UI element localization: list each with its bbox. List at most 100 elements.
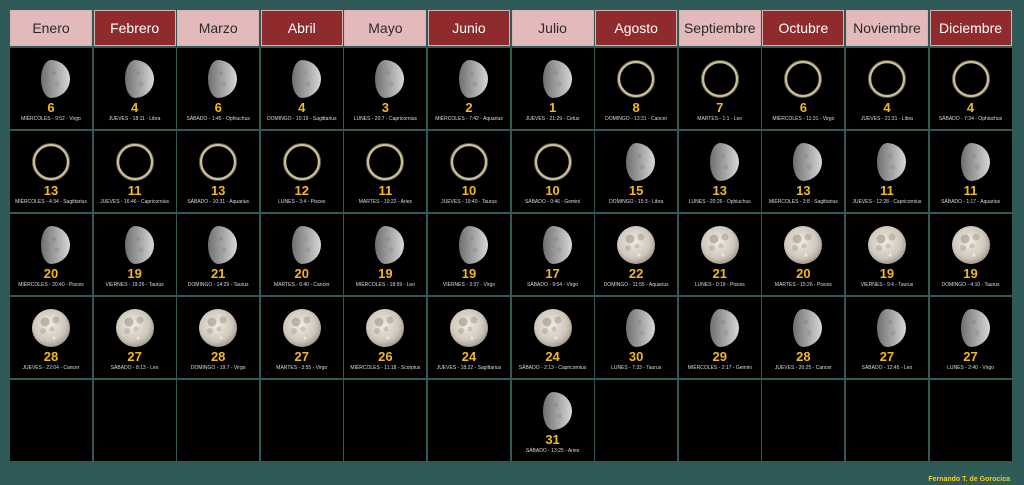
calendar-cell bbox=[595, 380, 678, 461]
month-header-septiembre: Septiembre bbox=[678, 10, 761, 46]
full-moon-icon bbox=[197, 307, 239, 349]
moon-phase-detail: MIÉRCOLES - 3:8 - Sagittarius bbox=[768, 199, 838, 205]
moon-phase-detail: MIÉRCOLES - 4:34 - Sagittarius bbox=[15, 199, 87, 205]
moon-phase-day: 4 bbox=[298, 100, 306, 115]
quarter-moon-icon bbox=[699, 141, 741, 183]
moon-phase-detail: SÁBADO - 0:46 - Gemini bbox=[524, 199, 581, 205]
moon-phase-detail: DOMINGO - 13:31 - Cancer bbox=[605, 116, 668, 122]
calendar-cell bbox=[260, 380, 343, 461]
moon-phase-detail: JUEVES - 18:22 - Sagittarius bbox=[436, 365, 502, 371]
moon-phase-day: 21 bbox=[210, 266, 226, 281]
moon-phase-day: 20 bbox=[43, 266, 59, 281]
moon-phase-day: 1 bbox=[548, 100, 557, 115]
moon-phase-day: 11 bbox=[127, 183, 142, 198]
moon-phase-day: 13 bbox=[796, 183, 811, 198]
month-header-mayo: Mayo bbox=[344, 10, 427, 46]
calendar-cell: 10 SÁBADO - 0:46 - Gemini bbox=[511, 131, 594, 212]
quarter-moon-icon bbox=[782, 307, 824, 349]
moon-phase-day: 10 bbox=[545, 183, 560, 198]
quarter-moon-icon bbox=[364, 58, 406, 100]
moon-phase-detail: SÁBADO - 1:17 - Aquarius bbox=[941, 199, 1000, 205]
moon-phase-detail: SÁBADO - 7:34 - Ophiuchus bbox=[938, 116, 1003, 122]
full-moon-icon bbox=[615, 224, 657, 266]
moon-phase-day: 20 bbox=[796, 266, 811, 281]
quarter-moon-icon bbox=[950, 141, 992, 183]
calendar-cell: 20 MARTES - 15:26 - Pisces bbox=[762, 214, 845, 295]
moon-phase-day: 19 bbox=[127, 266, 142, 281]
moon-phase-detail: DOMINGO - 10:19 - Sagittarius bbox=[267, 116, 337, 122]
moon-phase-detail: SÁBADO - 1:45 - Ophiuchus bbox=[186, 116, 250, 122]
calendar-cell: 4 DOMINGO - 10:19 - Sagittarius bbox=[260, 48, 343, 129]
month-header-febrero: Febrero bbox=[93, 10, 176, 46]
calendar-cell: 31 SÁBADO - 13:25 - Aries bbox=[511, 380, 594, 461]
new-moon-icon bbox=[197, 141, 239, 183]
calendar-cell: 13 MIÉRCOLES - 4:34 - Sagittarius bbox=[10, 131, 92, 212]
moon-phase-detail: DOMINGO - 14:29 - Taurus bbox=[187, 282, 249, 288]
moon-phase-day: 4 bbox=[966, 100, 975, 115]
moon-phase-day: 21 bbox=[712, 266, 727, 281]
quarter-moon-icon bbox=[699, 307, 741, 349]
moon-phase-day: 6 bbox=[214, 100, 222, 115]
calendar-cell bbox=[177, 380, 260, 461]
quarter-moon-icon bbox=[114, 58, 156, 100]
calendar-cell: 6 MIÉRCOLES - 9:52 - Virgo bbox=[10, 48, 92, 129]
full-moon-icon bbox=[114, 307, 156, 349]
quarter-moon-icon bbox=[532, 58, 574, 100]
moon-phase-day: 13 bbox=[210, 183, 226, 198]
moon-phase-detail: MIÉRCOLES - 20:40 - Pisces bbox=[18, 282, 84, 288]
calendar-cell: 27 SÁBADO - 8:13 - Leo bbox=[93, 297, 176, 378]
calendar-cell: 19 VIERNES - 9:4 - Taurus bbox=[845, 214, 928, 295]
quarter-moon-icon bbox=[197, 224, 239, 266]
month-header-diciembre: Diciembre bbox=[929, 10, 1012, 46]
moon-phase-detail: DOMINGO - 19:7 - Virgo bbox=[190, 365, 246, 371]
moon-phase-detail: JUEVES - 19:40 - Taurus bbox=[441, 199, 497, 205]
calendar-cell: 28 JUEVES - 20:25 - Cancer bbox=[762, 297, 845, 378]
calendar-cell: 19 VIERNES - 19:26 - Taurus bbox=[93, 214, 176, 295]
calendar-cell: 4 JUEVES - 18:11 - Libra bbox=[93, 48, 176, 129]
moon-phase-detail: JUEVES - 20:25 - Cancer bbox=[774, 365, 832, 371]
moon-phase-detail: MIÉRCOLES - 11:18 - Scorpius bbox=[350, 365, 421, 371]
moon-phase-detail: LUNES - 7:33 - Taurus bbox=[611, 365, 662, 371]
quarter-moon-icon bbox=[30, 224, 72, 266]
calendar-cell: 24 JUEVES - 18:22 - Sagittarius bbox=[427, 297, 510, 378]
calendar-cell: 4 JUEVES - 21:31 - Libra bbox=[845, 48, 928, 129]
calendar-cell: 3 LUNES - 20:7 - Capricornius bbox=[344, 48, 427, 129]
calendar-cell: 2 MIÉRCOLES - 7:42 - Aquarius bbox=[427, 48, 510, 129]
moon-phase-detail: VIERNES - 9:4 - Taurus bbox=[860, 282, 914, 288]
moon-phase-detail: SÁBADO - 12:45 - Leo bbox=[861, 365, 913, 371]
moon-phase-detail: VIERNES - 19:26 - Taurus bbox=[105, 282, 164, 288]
moon-phase-detail: SÁBADO - 13:25 - Aries bbox=[525, 448, 580, 454]
calendar-cell: 19 VIERNES - 3:37 - Virgo bbox=[427, 214, 510, 295]
moon-phase-day: 15 bbox=[628, 183, 644, 198]
full-moon-icon bbox=[364, 307, 406, 349]
moon-phase-day: 30 bbox=[628, 349, 644, 364]
full-moon-icon bbox=[30, 307, 72, 349]
moon-phase-day: 11 bbox=[963, 183, 978, 198]
quarter-moon-icon bbox=[532, 390, 574, 432]
moon-phase-day: 4 bbox=[883, 100, 891, 115]
calendar-cell bbox=[344, 380, 427, 461]
moon-phase-detail: LUNES - 2:40 - Virgo bbox=[947, 365, 994, 371]
calendar-cell: 30 LUNES - 7:33 - Taurus bbox=[595, 297, 678, 378]
moon-phase-day: 12 bbox=[294, 183, 310, 198]
new-moon-icon bbox=[782, 58, 824, 100]
full-moon-icon bbox=[699, 224, 741, 266]
moon-phase-detail: MIÉRCOLES - 11:31 - Virgo bbox=[772, 116, 835, 122]
quarter-moon-icon bbox=[615, 307, 657, 349]
new-moon-icon bbox=[364, 141, 406, 183]
new-moon-icon bbox=[950, 58, 992, 100]
moon-phase-day: 3 bbox=[381, 100, 389, 115]
quarter-moon-icon bbox=[532, 224, 574, 266]
calendar-cell: 11 SÁBADO - 1:17 - Aquarius bbox=[929, 131, 1012, 212]
calendar-cell: 22 DOMINGO - 11:55 - Aquarius bbox=[595, 214, 678, 295]
moon-phase-detail: SÁBADO - 2:13 - Capricornius bbox=[518, 365, 587, 371]
moon-phase-day: 31 bbox=[545, 432, 560, 447]
moon-phase-detail: LUNES - 3:4 - Pisces bbox=[278, 199, 326, 205]
moon-phase-day: 7 bbox=[716, 100, 724, 115]
new-moon-icon bbox=[866, 58, 908, 100]
full-moon-icon bbox=[866, 224, 908, 266]
calendar-cell: 19 MIÉRCOLES - 18:59 - Leo bbox=[344, 214, 427, 295]
moon-phase-day: 28 bbox=[210, 349, 226, 364]
moon-phase-detail: MIÉRCOLES - 9:52 - Virgo bbox=[21, 116, 81, 122]
moon-phase-day: 19 bbox=[879, 266, 895, 281]
